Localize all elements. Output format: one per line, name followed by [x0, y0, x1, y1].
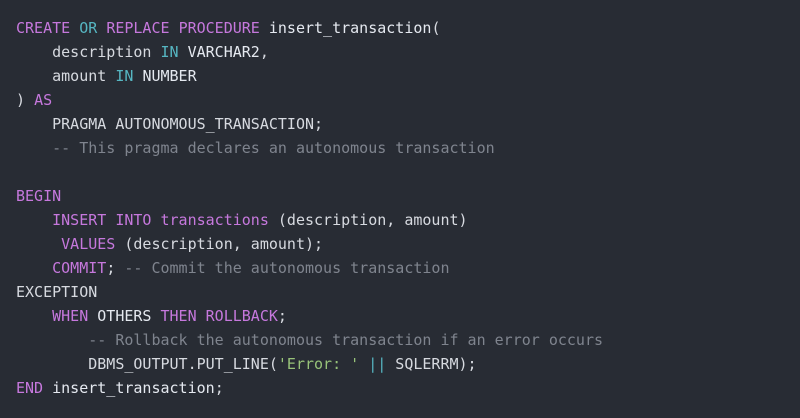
code-token-keyword: INSERT — [52, 211, 107, 229]
code-token-punct: ( — [431, 19, 441, 37]
code-line: ) AS — [16, 88, 784, 112]
code-line: -- Rollback the autonomous transaction i… — [16, 328, 784, 352]
code-token-keyword: PROCEDURE — [178, 19, 260, 37]
code-token-type: IN — [115, 67, 134, 85]
code-token-keyword: END — [16, 379, 44, 397]
code-token-punct: (description, amount) — [277, 211, 468, 229]
code-token-plain: DBMS_OUTPUT.PUT_LINE( — [16, 355, 278, 373]
code-line: COMMIT; -- Commit the autonomous transac… — [16, 256, 784, 280]
code-token-type: OR — [79, 19, 98, 37]
code-token-punct: ) — [16, 91, 35, 109]
code-token-plain: description — [16, 43, 161, 61]
code-token-plain: EXCEPTION — [16, 283, 98, 301]
code-token-keyword: WHEN — [52, 307, 89, 325]
code-token-string: 'Error: ' — [277, 355, 360, 373]
code-token-comment: -- Commit the autonomous transaction — [124, 259, 450, 277]
code-token-keyword: BEGIN — [16, 187, 62, 205]
code-token-identifier: OTHERS — [97, 307, 152, 325]
code-token-comment: -- Rollback the autonomous transaction i… — [88, 331, 604, 349]
code-token-keyword: INTO — [115, 211, 152, 229]
code-token-identifier: NUMBER — [142, 67, 197, 85]
code-token-keyword: COMMIT — [52, 259, 107, 277]
code-token-plain: PRAGMA AUTONOMOUS_TRANSACTION; — [16, 115, 324, 133]
code-line: BEGIN — [16, 184, 784, 208]
code-line: EXCEPTION — [16, 280, 784, 304]
code-token-punct: ; — [277, 307, 287, 325]
code-token-punct: (description, amount); — [124, 235, 324, 253]
code-token-identifier: VARCHAR2 — [187, 43, 260, 61]
code-token-keyword: THEN — [160, 307, 197, 325]
code-line: DBMS_OUTPUT.PUT_LINE('Error: ' || SQLERR… — [16, 352, 784, 376]
code-token-keyword: AS — [34, 91, 53, 109]
code-token-keyword: CREATE — [16, 19, 71, 37]
code-token-keyword: transactions — [160, 211, 269, 229]
code-token-plain: amount — [16, 67, 116, 85]
code-token-plain: SQLERRM); — [386, 355, 477, 373]
code-line: WHEN OTHERS THEN ROLLBACK; — [16, 304, 784, 328]
code-token-punct: ; — [214, 379, 224, 397]
code-line: END insert_transaction; — [16, 376, 784, 400]
code-token-punct: ; — [106, 259, 125, 277]
code-line: PRAGMA AUTONOMOUS_TRANSACTION; — [16, 112, 784, 136]
code-token-keyword: VALUES — [61, 235, 116, 253]
code-token-identifier: insert_transaction — [52, 379, 215, 397]
code-block: CREATE OR REPLACE PROCEDURE insert_trans… — [0, 0, 800, 418]
code-token-keyword: REPLACE — [106, 19, 170, 37]
code-line: -- This pragma declares an autonomous tr… — [16, 136, 784, 160]
code-lines: CREATE OR REPLACE PROCEDURE insert_trans… — [16, 16, 784, 400]
code-line: INSERT INTO transactions (description, a… — [16, 208, 784, 232]
code-token-type: IN — [160, 43, 179, 61]
code-token-punct: , — [259, 43, 269, 61]
code-line: amount IN NUMBER — [16, 64, 784, 88]
code-line: description IN VARCHAR2, — [16, 40, 784, 64]
code-token-comment: -- This pragma declares an autonomous tr… — [52, 139, 495, 157]
code-token-type: || — [368, 355, 387, 373]
code-token-identifier: insert_transaction — [268, 19, 432, 37]
code-line: CREATE OR REPLACE PROCEDURE insert_trans… — [16, 16, 784, 40]
code-token-keyword: ROLLBACK — [205, 307, 278, 325]
code-line: VALUES (description, amount); — [16, 232, 784, 256]
